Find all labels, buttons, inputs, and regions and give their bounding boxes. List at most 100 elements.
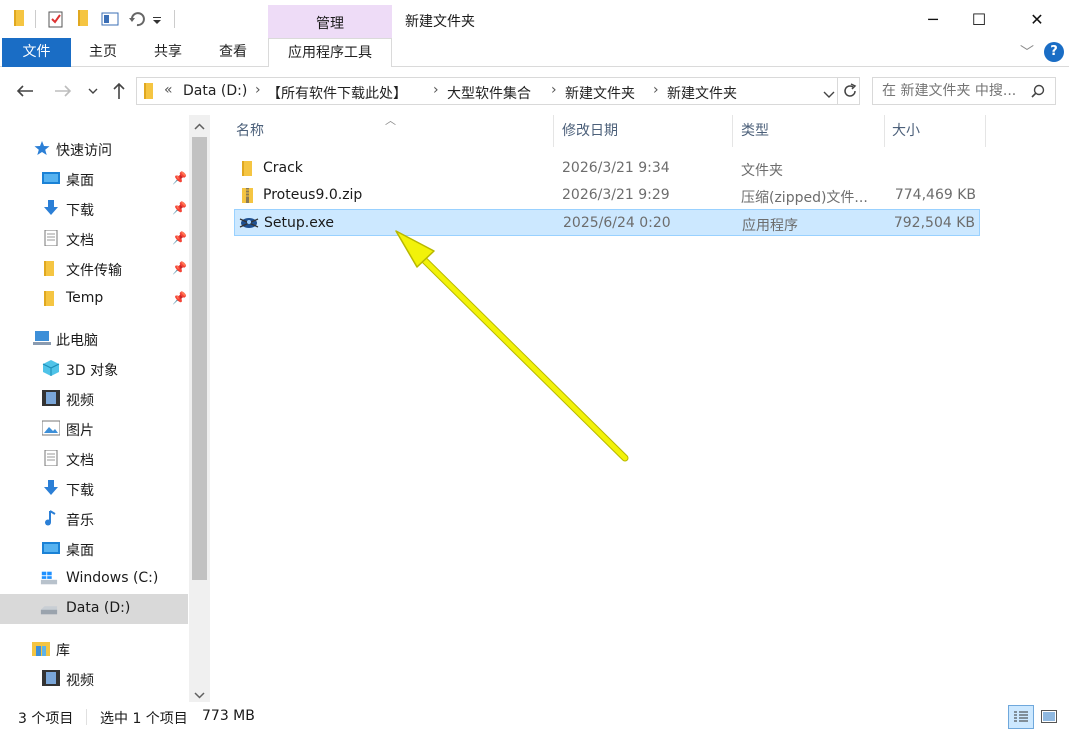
properties-icon[interactable] [48, 10, 64, 28]
sidebar-item-label: Temp [66, 290, 104, 306]
3d-objects-icon [42, 360, 60, 376]
help-icon[interactable]: ? [1044, 42, 1064, 62]
sidebar-item-pictures[interactable]: 图片 [0, 414, 188, 444]
search-input[interactable] [882, 83, 1027, 99]
folder-icon [44, 291, 54, 306]
sidebar-item-quick-access[interactable]: 快速访问 [0, 134, 188, 164]
breadcrumb-new-folder-2[interactable]: 新建文件夹 [667, 83, 737, 103]
music-icon [45, 510, 56, 526]
status-divider [86, 709, 87, 725]
sidebar-item-temp[interactable]: Temp 📌 [0, 284, 188, 314]
sidebar-item-label: 文档 [66, 233, 94, 249]
tab-application-tools[interactable]: 应用程序工具 [268, 38, 392, 68]
large-icons-view-button[interactable] [1036, 705, 1062, 729]
close-button[interactable]: ✕ [1014, 0, 1060, 38]
sidebar-item-label: 文档 [66, 453, 94, 469]
search-box[interactable] [872, 77, 1056, 105]
file-list: ︿ 名称 修改日期 类型 大小 Crack 2026/3/21 9:34 文件夹… [210, 114, 1069, 702]
back-arrow-icon [16, 85, 33, 97]
forward-button[interactable] [52, 80, 74, 102]
address-history-dropdown[interactable] [823, 87, 835, 103]
breadcrumb-separator[interactable]: › [433, 82, 439, 98]
details-view-icon [1014, 711, 1028, 722]
sidebar-item-library-videos[interactable]: 视频 [0, 664, 188, 694]
sidebar-item-videos[interactable]: 视频 [0, 384, 188, 414]
title-bar: 管理 新建文件夹 ─ ☐ ✕ [0, 0, 1069, 38]
breadcrumb-software-downloads[interactable]: 【所有软件下载此处】 [267, 83, 407, 103]
library-icon [32, 642, 50, 656]
status-bar: 3 个项目 选中 1 个项目 773 MB [0, 702, 1069, 732]
drive-icon [40, 606, 58, 615]
pin-icon[interactable]: 📌 [172, 171, 187, 185]
breadcrumb-separator[interactable]: › [653, 82, 659, 98]
scroll-down-icon[interactable] [194, 687, 205, 702]
sidebar-item-downloads-pc[interactable]: 下载 [0, 474, 188, 504]
customize-dropdown-icon[interactable] [152, 10, 168, 28]
search-icon[interactable] [1031, 84, 1045, 102]
recent-locations-button[interactable] [86, 80, 100, 102]
sidebar-item-file-transfer[interactable]: 文件传输 📌 [0, 254, 188, 284]
sidebar-item-label: Data (D:) [66, 600, 131, 616]
breadcrumb-large-software[interactable]: 大型软件集合 [447, 83, 531, 103]
breadcrumb-data-drive[interactable]: Data (D:) [183, 83, 247, 99]
sidebar-scrollbar[interactable] [189, 115, 210, 702]
sidebar-item-desktop[interactable]: 桌面 📌 [0, 164, 188, 194]
sidebar-item-downloads[interactable]: 下载 📌 [0, 194, 188, 224]
up-arrow-icon [113, 82, 125, 99]
sidebar-item-desktop-pc[interactable]: 桌面 [0, 534, 188, 564]
sidebar-item-label: 3D 对象 [66, 363, 119, 379]
sidebar-item-data-d[interactable]: Data (D:) [0, 594, 188, 624]
star-icon [34, 141, 50, 155]
pin-icon[interactable]: 📌 [172, 291, 187, 305]
tab-share[interactable]: 共享 [143, 38, 193, 67]
new-folder-icon[interactable] [76, 10, 92, 28]
sidebar-item-music[interactable]: 音乐 [0, 504, 188, 534]
pin-icon[interactable]: 📌 [172, 231, 187, 245]
breadcrumb-separator[interactable]: › [551, 82, 557, 98]
up-button[interactable] [109, 80, 129, 102]
pin-icon[interactable]: 📌 [172, 261, 187, 275]
address-bar[interactable]: « Data (D:) › 【所有软件下载此处】 › 大型软件集合 › 新建文件… [136, 77, 860, 105]
tab-home[interactable]: 主页 [78, 38, 128, 67]
sidebar-item-label: 桌面 [66, 543, 94, 559]
scroll-up-icon[interactable] [194, 119, 205, 135]
sidebar-item-this-pc[interactable]: 此电脑 [0, 324, 188, 354]
undo-icon[interactable] [128, 10, 145, 28]
breadcrumb-overflow[interactable]: « [164, 82, 173, 98]
download-icon [44, 200, 58, 215]
sidebar-item-documents-pc[interactable]: 文档 [0, 444, 188, 474]
sidebar-item-documents[interactable]: 文档 📌 [0, 224, 188, 254]
refresh-button[interactable] [842, 83, 858, 103]
folder-icon [144, 83, 153, 99]
windows-drive-icon [40, 571, 58, 585]
annotation-arrow [395, 230, 629, 462]
document-icon [44, 450, 58, 466]
sidebar-item-label: 视频 [66, 673, 94, 689]
breadcrumb-separator[interactable]: › [255, 82, 261, 98]
minimize-button[interactable]: ─ [910, 0, 956, 38]
maximize-button[interactable]: ☐ [956, 0, 1002, 38]
pin-icon[interactable]: 📌 [172, 201, 187, 215]
back-button[interactable] [14, 80, 36, 102]
tab-file[interactable]: 文件 [2, 38, 71, 67]
rename-icon[interactable] [101, 10, 119, 28]
sidebar-item-label: 下载 [66, 203, 94, 219]
scroll-thumb[interactable] [192, 137, 207, 580]
sidebar-item-label: Windows (C:) [66, 570, 159, 586]
folder-icon [44, 261, 54, 276]
video-icon [42, 670, 60, 686]
sidebar-item-windows-c[interactable]: Windows (C:) [0, 564, 188, 594]
breadcrumb-new-folder-1[interactable]: 新建文件夹 [565, 83, 635, 103]
details-view-button[interactable] [1008, 705, 1034, 729]
window-title: 新建文件夹 [405, 14, 475, 30]
refresh-icon [844, 83, 857, 97]
ribbon-expand-icon[interactable]: ﹀ [1020, 42, 1034, 62]
sidebar-item-label: 此电脑 [56, 333, 98, 349]
folder-icon[interactable] [12, 10, 28, 28]
sidebar-item-3d-objects[interactable]: 3D 对象 [0, 354, 188, 384]
sidebar-item-label: 文件传输 [66, 263, 122, 279]
computer-icon [33, 331, 51, 345]
document-icon [44, 230, 58, 246]
tab-view[interactable]: 查看 [208, 38, 258, 67]
sidebar-item-libraries[interactable]: 库 [0, 634, 188, 664]
